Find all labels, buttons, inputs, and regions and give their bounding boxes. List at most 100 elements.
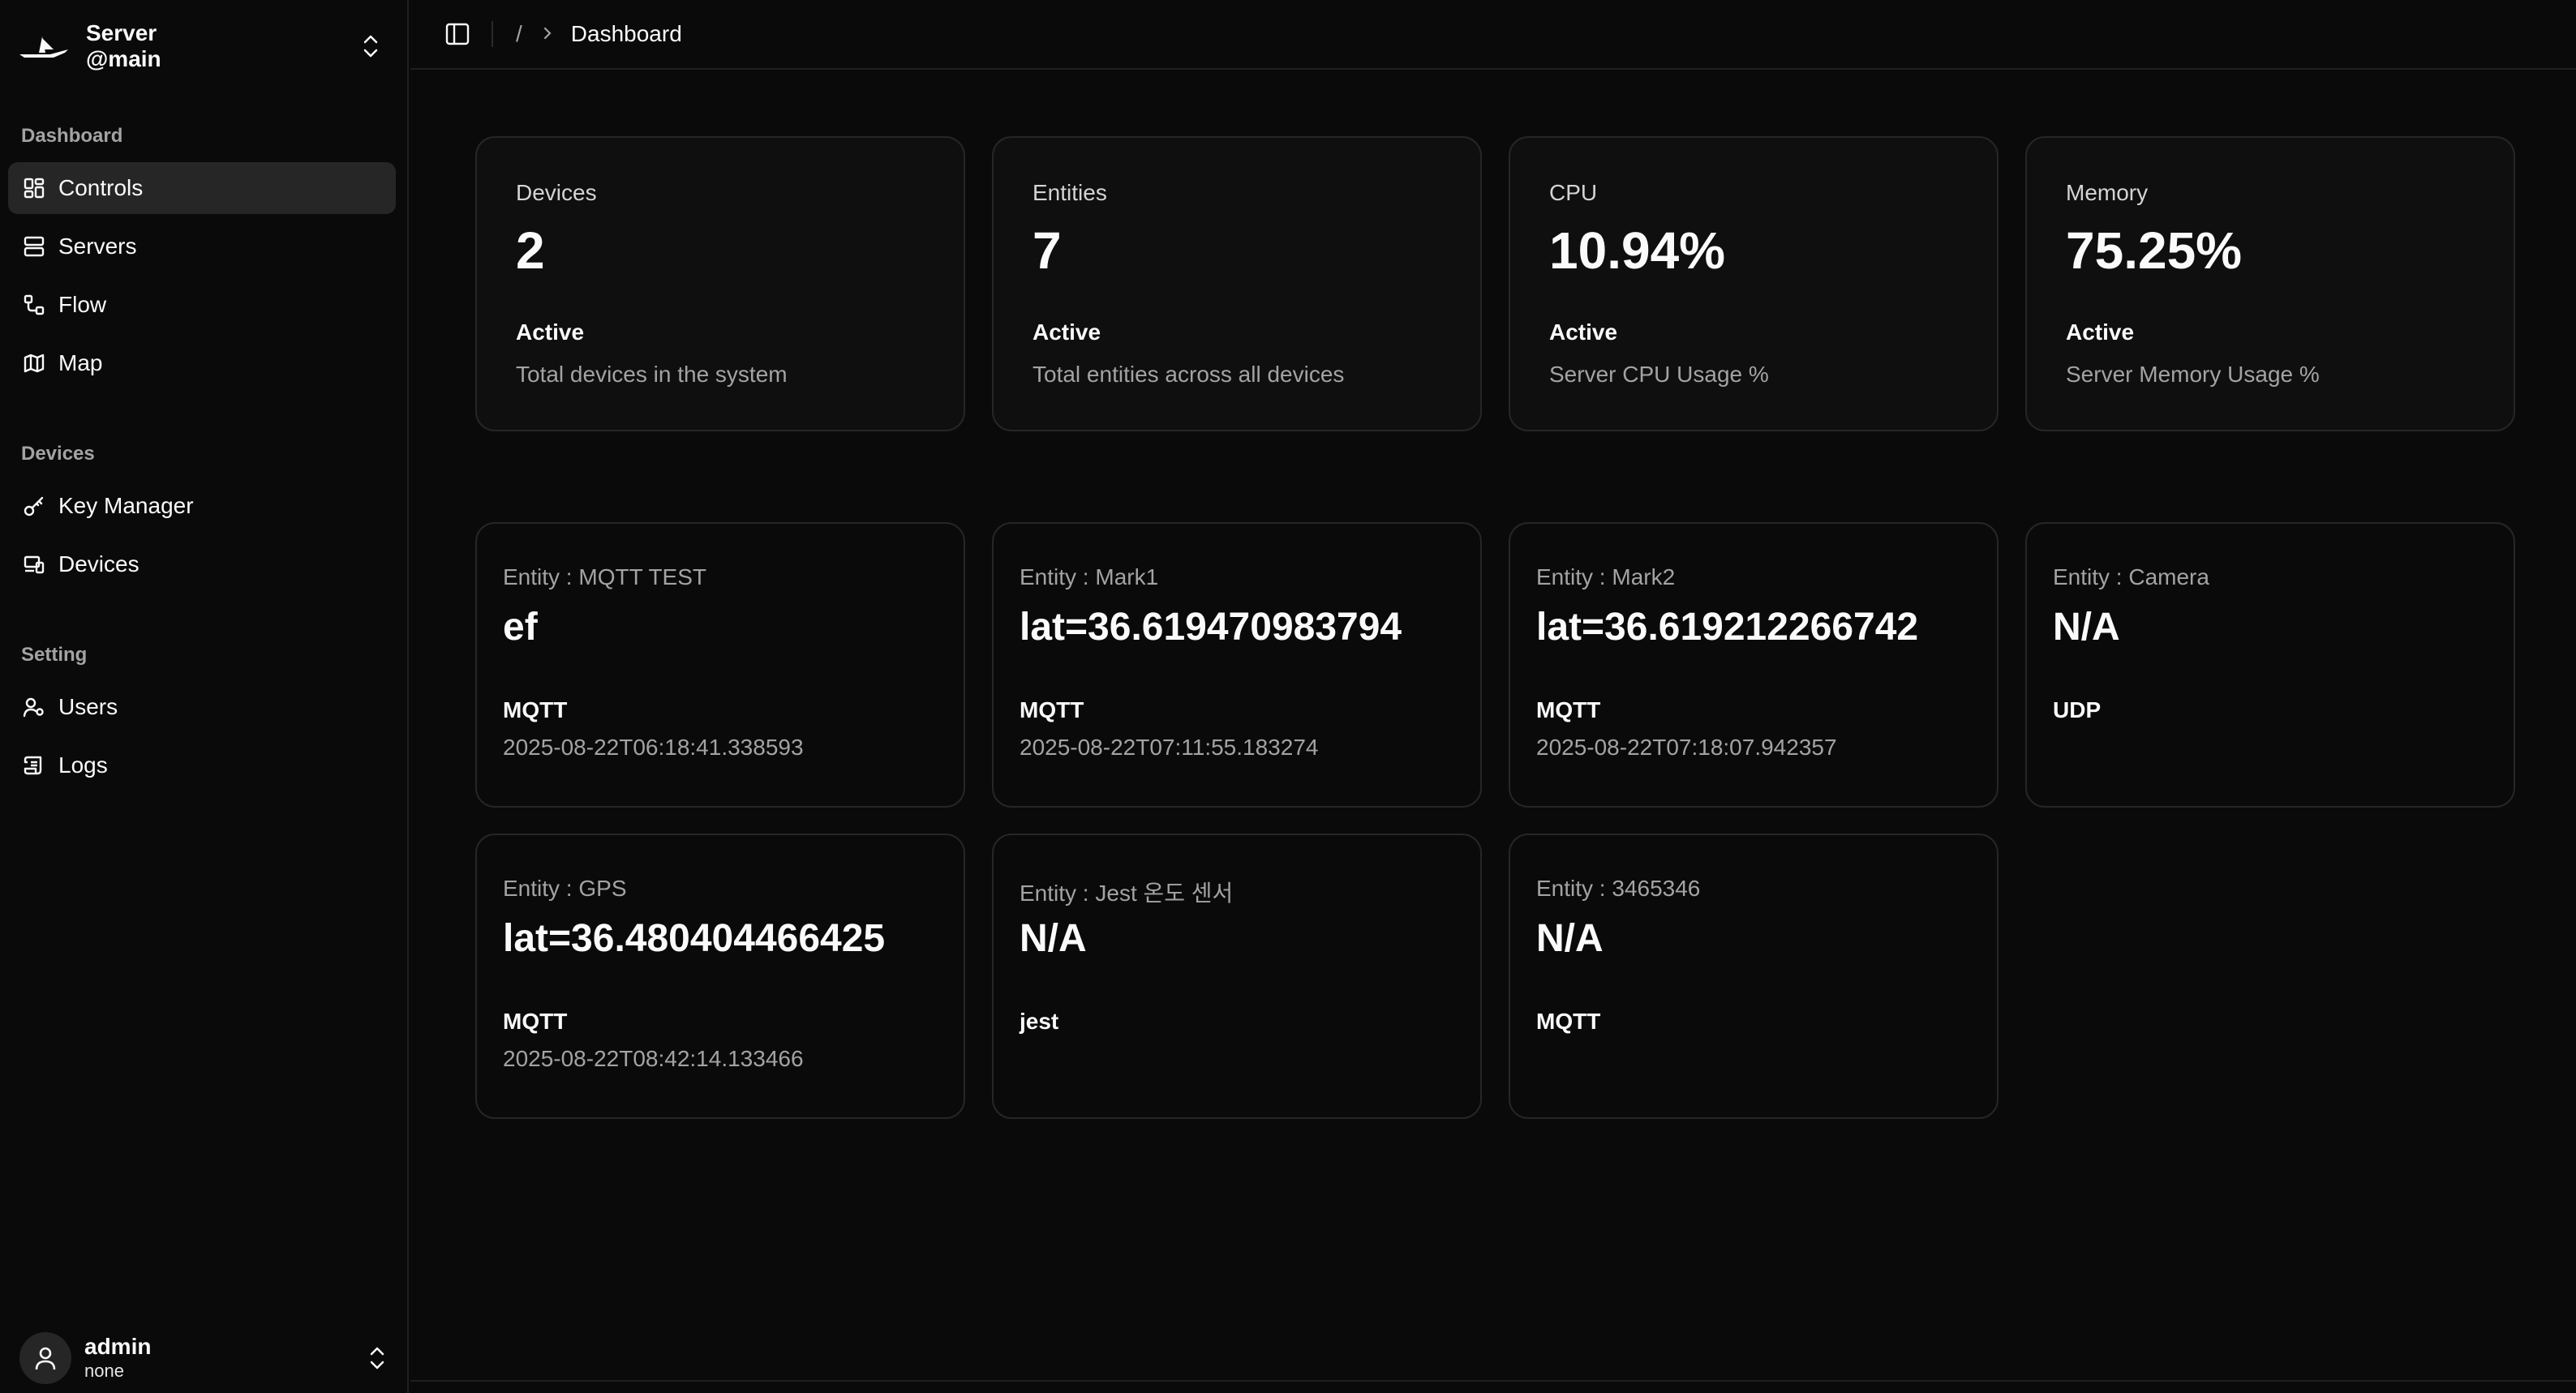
- sidebar-item-label: Devices: [58, 551, 140, 576]
- ship-logo-icon: [19, 36, 68, 58]
- server-branch: @main: [86, 46, 161, 71]
- entity-title: Entity : Camera: [2053, 564, 2209, 589]
- stat-description: Total devices in the system: [516, 362, 788, 387]
- sidebar-item-label: Controls: [58, 175, 144, 200]
- stat-title: Entities: [1033, 180, 1107, 205]
- chevron-right-icon: [542, 21, 553, 47]
- sidebar-item-label: Key Manager: [58, 493, 194, 518]
- stat-card-devices: Devices 2 Active Total devices in the sy…: [475, 136, 965, 431]
- entity-value: lat=36.619470983794: [1020, 606, 1402, 649]
- user-icon: [35, 1347, 56, 1370]
- stat-description: Total entities across all devices: [1033, 362, 1345, 387]
- entity-value: N/A: [1536, 917, 1604, 960]
- entity-title: Entity : GPS: [503, 876, 627, 901]
- avatar: [19, 1332, 71, 1384]
- group-label-dashboard: Dashboard: [21, 125, 123, 147]
- sidebar-item-devices[interactable]: Devices: [8, 538, 396, 590]
- entity-card[interactable]: Entity : Camera N/A UDP: [2025, 522, 2515, 808]
- sidebar-toggle-button[interactable]: [440, 16, 475, 52]
- stat-value: 10.94%: [1549, 221, 1726, 280]
- entity-timestamp: 2025-08-22T07:11:55.183274: [1020, 735, 1319, 760]
- stat-title: Memory: [2066, 180, 2149, 205]
- breadcrumb: / Dashboard: [516, 21, 682, 47]
- entity-protocol: MQTT: [503, 1009, 568, 1034]
- stat-title: Devices: [516, 180, 597, 205]
- panel-left-icon: [445, 23, 470, 45]
- sidebar-item-logs[interactable]: Logs: [8, 739, 396, 791]
- entity-title: Entity : MQTT TEST: [503, 564, 707, 589]
- entity-card[interactable]: Entity : MQTT TEST ef MQTT 2025-08-22T06…: [475, 522, 965, 808]
- stat-status: Active: [2066, 319, 2135, 345]
- entity-title: Entity : 3465346: [1536, 876, 1701, 901]
- stat-card-entities: Entities 7 Active Total entities across …: [992, 136, 1482, 431]
- sidebar-item-label: Logs: [58, 752, 108, 778]
- entity-protocol: MQTT: [503, 697, 568, 722]
- sidebar-item-label: Servers: [58, 234, 137, 259]
- chevrons-up-down-icon: [370, 1347, 384, 1369]
- stat-status: Active: [516, 319, 585, 345]
- sidebar-item-controls[interactable]: Controls: [8, 162, 396, 214]
- stat-description: Server CPU Usage %: [1549, 362, 1769, 387]
- entity-timestamp: 2025-08-22T07:18:07.942357: [1536, 735, 1837, 760]
- breadcrumb-root[interactable]: /: [516, 21, 522, 47]
- stat-card-memory: Memory 75.25% Active Server Memory Usage…: [2025, 136, 2515, 431]
- entity-protocol: jest: [1020, 1009, 1059, 1034]
- users-icon: [21, 694, 47, 720]
- entity-card[interactable]: Entity : Jest 온도 센서 N/A jest: [992, 834, 1482, 1119]
- stat-description: Server Memory Usage %: [2066, 362, 2320, 387]
- user-menu[interactable]: admin none: [19, 1331, 389, 1385]
- stat-value: 7: [1033, 221, 1062, 280]
- sidebar-item-key-manager[interactable]: Key Manager: [8, 480, 396, 532]
- entity-value: ef: [503, 606, 538, 649]
- user-role: none: [84, 1361, 124, 1381]
- sidebar-item-users[interactable]: Users: [8, 681, 396, 733]
- map-icon: [21, 350, 47, 376]
- entity-card[interactable]: Entity : Mark1 lat=36.619470983794 MQTT …: [992, 522, 1482, 808]
- sidebar-item-label: Flow: [58, 292, 107, 317]
- sidebar-item-label: Map: [58, 350, 103, 375]
- entity-card[interactable]: Entity : GPS lat=36.480404466425 MQTT 20…: [475, 834, 965, 1119]
- entity-protocol: UDP: [2053, 697, 2102, 722]
- sidebar-item-flow[interactable]: Flow: [8, 279, 396, 331]
- stat-value: 2: [516, 221, 545, 280]
- group-label-setting: Setting: [21, 644, 88, 666]
- chevrons-up-down-icon: [363, 35, 378, 58]
- stat-status: Active: [1033, 319, 1101, 345]
- entity-protocol: MQTT: [1020, 697, 1084, 722]
- entity-timestamp: 2025-08-22T08:42:14.133466: [503, 1046, 804, 1071]
- sidebar-item-label: Users: [58, 694, 118, 719]
- entity-value: lat=36.480404466425: [503, 917, 886, 960]
- entity-protocol: MQTT: [1536, 697, 1601, 722]
- user-name: admin: [84, 1334, 152, 1359]
- entity-value: N/A: [1020, 917, 1087, 960]
- entity-protocol: MQTT: [1536, 1009, 1601, 1034]
- entity-timestamp: 2025-08-22T06:18:41.338593: [503, 735, 804, 760]
- logs-icon: [21, 752, 47, 778]
- divider: [492, 21, 493, 47]
- flow-icon: [21, 292, 47, 318]
- entity-title: Entity : Mark1: [1020, 564, 1159, 589]
- entity-card[interactable]: Entity : 3465346 N/A MQTT: [1509, 834, 1999, 1119]
- stat-status: Active: [1549, 319, 1618, 345]
- server-icon: [21, 234, 47, 259]
- group-label-devices: Devices: [21, 443, 95, 465]
- entity-title: Entity : Jest 온도 센서: [1020, 881, 1234, 906]
- sidebar-item-servers[interactable]: Servers: [8, 221, 396, 272]
- devices-icon: [21, 551, 47, 577]
- stat-title: CPU: [1549, 180, 1598, 205]
- top-bar: / Dashboard: [410, 0, 2576, 70]
- server-switcher[interactable]: Server @main: [18, 18, 391, 75]
- sidebar: Server @main Dashboard Controls Servers: [0, 0, 409, 1393]
- sidebar-item-map[interactable]: Map: [8, 337, 396, 389]
- stat-card-cpu: CPU 10.94% Active Server CPU Usage %: [1509, 136, 1999, 431]
- key-icon: [21, 493, 47, 519]
- breadcrumb-current: Dashboard: [570, 21, 682, 46]
- server-name: Server: [86, 20, 157, 45]
- entity-card[interactable]: Entity : Mark2 lat=36.619212266742 MQTT …: [1509, 522, 1999, 808]
- entity-value: N/A: [2053, 606, 2120, 649]
- footer-divider: [410, 1380, 2576, 1382]
- grid-icon: [21, 175, 47, 201]
- entity-title: Entity : Mark2: [1536, 564, 1676, 589]
- stat-value: 75.25%: [2066, 221, 2243, 280]
- entity-value: lat=36.619212266742: [1536, 606, 1919, 649]
